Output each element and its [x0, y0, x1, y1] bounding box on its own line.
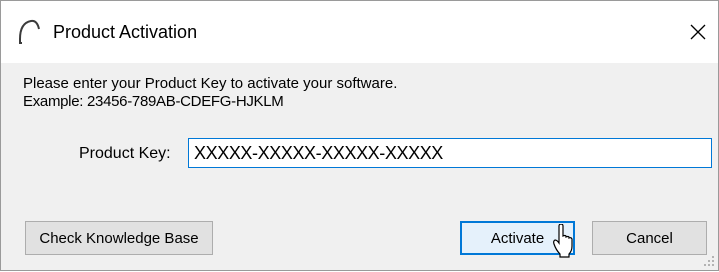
example-text: Example: 23456-789AB-CDEFG-HJKLM	[23, 93, 284, 110]
check-knowledge-base-button[interactable]: Check Knowledge Base	[25, 221, 213, 255]
product-key-input[interactable]	[188, 138, 712, 168]
instruction-text: Please enter your Product Key to activat…	[23, 75, 398, 92]
product-key-label: Product Key:	[79, 145, 171, 162]
resize-grip-icon[interactable]	[701, 253, 715, 267]
close-icon[interactable]	[681, 15, 715, 49]
product-activation-dialog: Product Activation Please enter your Pro…	[0, 0, 719, 271]
dialog-body: Please enter your Product Key to activat…	[1, 63, 718, 270]
hand-cursor-icon	[553, 223, 577, 258]
arc-logo-icon	[17, 19, 41, 45]
window-title: Product Activation	[53, 22, 198, 42]
cancel-button[interactable]: Cancel	[592, 221, 707, 255]
title-bar[interactable]: Product Activation	[1, 1, 718, 63]
